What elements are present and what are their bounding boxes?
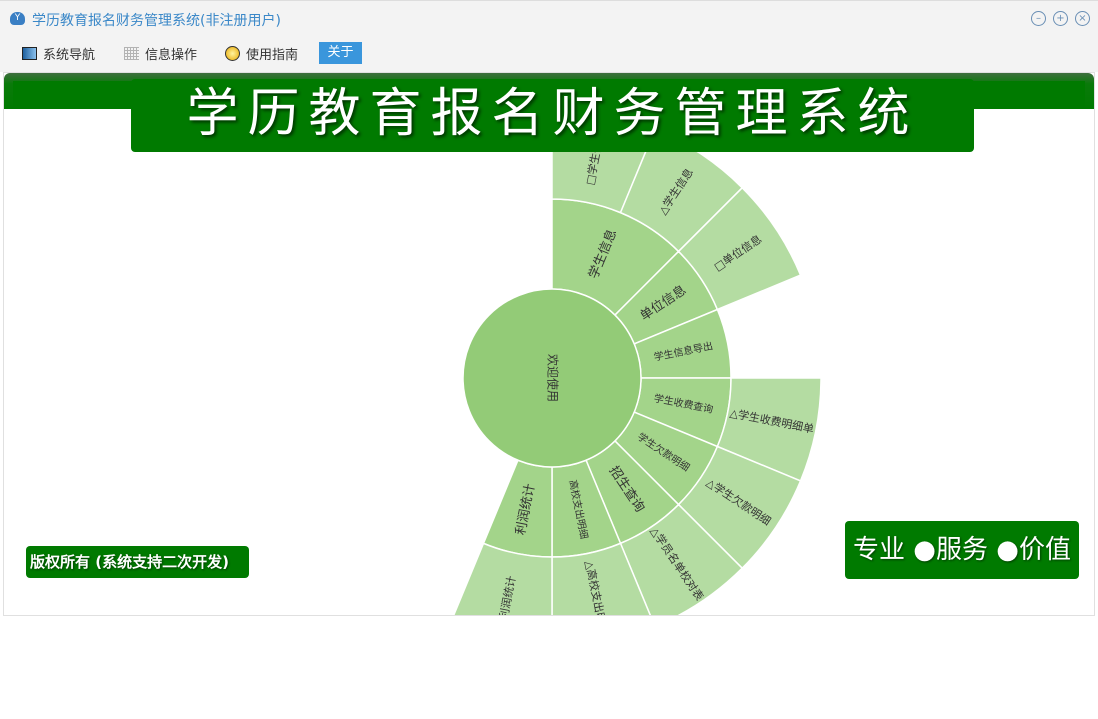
app-logo-icon: Y: [10, 12, 25, 25]
menu-info-ops[interactable]: 信息操作: [124, 42, 197, 64]
menu-label: 信息操作: [145, 47, 198, 63]
menu-label: 系统导航: [43, 47, 96, 63]
menu-user-guide[interactable]: 使用指南: [225, 42, 298, 64]
close-button[interactable]: ×: [1075, 11, 1090, 26]
menu-system-nav[interactable]: 系统导航: [22, 42, 95, 64]
help-icon: [225, 45, 240, 61]
restore-button[interactable]: +: [1053, 11, 1068, 26]
minimize-button[interactable]: –: [1031, 11, 1046, 26]
window-title: 学历教育报名财务管理系统(非注册用户): [32, 13, 281, 29]
copyright-badge: 版权所有 (系统支持二次开发): [26, 546, 249, 578]
menu-about[interactable]: 关于: [319, 42, 362, 64]
monitor-icon: [22, 46, 37, 60]
slogan-badge: 专业 ●服务 ●价值: [845, 521, 1079, 579]
grid-icon: [124, 46, 139, 60]
content-frame: 学生信息 □学生信息 △学生信息 单位信息 □单位信息 学生信息导出 学生收费查询 △学生收费…: [3, 72, 1095, 616]
sunburst-root-label: 欢迎使用: [546, 354, 561, 402]
menu-label: 使用指南: [246, 47, 299, 63]
sunburst-node-8[interactable]: 利润统计: [482, 459, 553, 558]
banner-title: 学历教育报名财务管理系统: [131, 79, 974, 152]
